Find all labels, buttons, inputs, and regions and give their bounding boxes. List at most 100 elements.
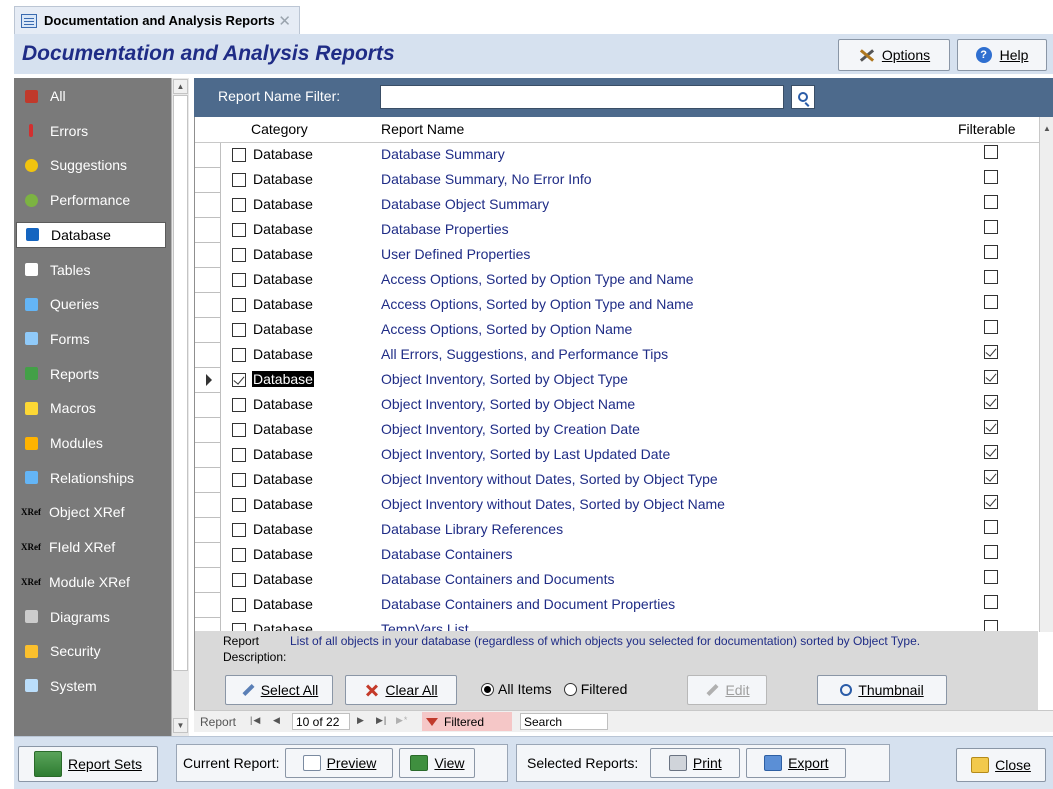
- next-record-icon[interactable]: ▶: [357, 715, 365, 726]
- select-report-checkbox[interactable]: [232, 273, 246, 287]
- select-report-checkbox[interactable]: [232, 373, 246, 387]
- close-button[interactable]: Close: [956, 748, 1046, 782]
- table-row[interactable]: Database All Errors, Suggestions, and Per…: [195, 343, 1039, 368]
- table-row[interactable]: Database Access Options, Sorted by Option…: [195, 318, 1039, 343]
- report-name-cell[interactable]: Object Inventory, Sorted by Creation Dat…: [381, 421, 640, 437]
- select-report-checkbox[interactable]: [232, 423, 246, 437]
- table-row[interactable]: Database Object Inventory, Sorted by Crea…: [195, 418, 1039, 443]
- select-report-checkbox[interactable]: [232, 173, 246, 187]
- sidebar-item-module-xref[interactable]: XRef Module XRef: [16, 569, 166, 595]
- category-cell[interactable]: Database: [253, 196, 313, 212]
- report-name-cell[interactable]: Object Inventory, Sorted by Object Type: [381, 371, 628, 387]
- first-record-icon[interactable]: |◀: [250, 715, 261, 726]
- sidebar-item-performance[interactable]: Performance: [16, 187, 166, 213]
- row-selector[interactable]: [195, 468, 221, 493]
- report-name-cell[interactable]: Database Properties: [381, 221, 509, 237]
- category-cell[interactable]: Database: [253, 446, 313, 462]
- edit-button[interactable]: Edit: [687, 675, 767, 705]
- select-report-checkbox[interactable]: [232, 248, 246, 262]
- category-cell[interactable]: Database: [253, 596, 313, 612]
- previous-record-icon[interactable]: ◀: [273, 715, 281, 726]
- table-row[interactable]: Database Object Inventory without Dates, …: [195, 493, 1039, 518]
- document-tab[interactable]: Documentation and Analysis Reports ✕: [14, 6, 300, 34]
- sidebar-item-tables[interactable]: Tables: [16, 257, 166, 283]
- record-search-input[interactable]: Search: [520, 713, 608, 730]
- close-icon[interactable]: ✕: [278, 12, 291, 30]
- row-selector[interactable]: [195, 293, 221, 318]
- table-row[interactable]: Database Database Summary, No Error Info: [195, 168, 1039, 193]
- table-row[interactable]: Database Database Containers and Document…: [195, 593, 1039, 618]
- select-report-checkbox[interactable]: [232, 298, 246, 312]
- new-record-icon[interactable]: ▶*: [396, 715, 408, 726]
- sidebar-item-suggestions[interactable]: Suggestions: [16, 152, 166, 178]
- report-name-cell[interactable]: Access Options, Sorted by Option Type an…: [381, 271, 694, 287]
- table-row[interactable]: Database Database Properties: [195, 218, 1039, 243]
- row-selector[interactable]: [195, 618, 221, 632]
- report-sets-button[interactable]: Report Sets: [18, 746, 158, 782]
- select-report-checkbox[interactable]: [232, 523, 246, 537]
- export-button[interactable]: Export: [746, 748, 847, 778]
- row-selector[interactable]: [195, 493, 221, 518]
- table-row[interactable]: Database Object Inventory, Sorted by Obje…: [195, 393, 1039, 418]
- report-name-cell[interactable]: Access Options, Sorted by Option Name: [381, 321, 632, 337]
- filter-status-toggle[interactable]: Filtered: [422, 712, 512, 731]
- table-row[interactable]: Database Database Containers and Document…: [195, 568, 1039, 593]
- thumbnail-button[interactable]: Thumbnail: [817, 675, 947, 705]
- select-report-checkbox[interactable]: [232, 498, 246, 512]
- table-row[interactable]: Database Access Options, Sorted by Option…: [195, 268, 1039, 293]
- sidebar-item-forms[interactable]: Forms: [16, 326, 166, 352]
- record-position[interactable]: 10 of 22: [292, 713, 350, 730]
- report-name-cell[interactable]: All Errors, Suggestions, and Performance…: [381, 346, 668, 362]
- report-name-cell[interactable]: Database Containers: [381, 546, 513, 562]
- filter-search-button[interactable]: [791, 85, 815, 109]
- report-name-cell[interactable]: Database Library References: [381, 521, 563, 537]
- help-button[interactable]: ? Help: [957, 39, 1047, 71]
- select-report-checkbox[interactable]: [232, 348, 246, 362]
- scroll-up-icon[interactable]: ▲: [1040, 121, 1053, 136]
- all-items-label[interactable]: All Items: [498, 681, 552, 697]
- category-cell[interactable]: Database: [253, 471, 313, 487]
- select-report-checkbox[interactable]: [232, 198, 246, 212]
- sidebar-item-errors[interactable]: Errors: [16, 118, 166, 144]
- table-row[interactable]: Database Object Inventory without Dates, …: [195, 468, 1039, 493]
- scroll-up-icon[interactable]: ▲: [173, 79, 188, 94]
- select-report-checkbox[interactable]: [232, 473, 246, 487]
- row-selector[interactable]: [195, 168, 221, 193]
- sidebar-item-field-xref[interactable]: XRef FIeld XRef: [16, 534, 166, 560]
- row-selector[interactable]: [195, 343, 221, 368]
- category-cell[interactable]: Database: [253, 221, 313, 237]
- table-row[interactable]: Database Database Object Summary: [195, 193, 1039, 218]
- row-selector[interactable]: [195, 268, 221, 293]
- report-name-cell[interactable]: Database Summary, No Error Info: [381, 171, 592, 187]
- sidebar-item-diagrams[interactable]: Diagrams: [16, 604, 166, 630]
- report-name-cell[interactable]: Database Containers and Documents: [381, 571, 614, 587]
- sidebar-item-modules[interactable]: Modules: [16, 430, 166, 456]
- report-name-cell[interactable]: Object Inventory without Dates, Sorted b…: [381, 471, 718, 487]
- category-cell[interactable]: Database: [253, 496, 313, 512]
- print-button[interactable]: Print: [650, 748, 741, 778]
- category-cell[interactable]: Database: [253, 246, 313, 262]
- table-row[interactable]: Database User Defined Properties: [195, 243, 1039, 268]
- select-all-button[interactable]: Select All: [225, 675, 333, 705]
- preview-button[interactable]: Preview: [285, 748, 394, 778]
- last-record-icon[interactable]: ▶|: [376, 715, 387, 726]
- row-selector[interactable]: [195, 143, 221, 168]
- report-name-cell[interactable]: Database Summary: [381, 146, 505, 162]
- row-selector[interactable]: [195, 218, 221, 243]
- grid-scrollbar[interactable]: ▲ ▼: [1039, 117, 1053, 632]
- report-name-cell[interactable]: Object Inventory, Sorted by Last Updated…: [381, 446, 670, 462]
- select-report-checkbox[interactable]: [232, 573, 246, 587]
- column-header-category[interactable]: Category: [251, 121, 308, 137]
- category-cell[interactable]: Database: [253, 346, 313, 362]
- row-selector[interactable]: [195, 593, 221, 618]
- row-selector[interactable]: [195, 243, 221, 268]
- category-cell[interactable]: Database: [253, 421, 313, 437]
- row-selector[interactable]: [195, 568, 221, 593]
- all-items-radio[interactable]: [481, 682, 494, 696]
- table-row[interactable]: Database TempVars List: [195, 618, 1039, 632]
- row-selector[interactable]: [195, 318, 221, 343]
- report-name-cell[interactable]: Database Object Summary: [381, 196, 549, 212]
- select-report-checkbox[interactable]: [232, 598, 246, 612]
- options-button[interactable]: Options: [838, 39, 950, 71]
- column-header-report-name[interactable]: Report Name: [381, 121, 464, 137]
